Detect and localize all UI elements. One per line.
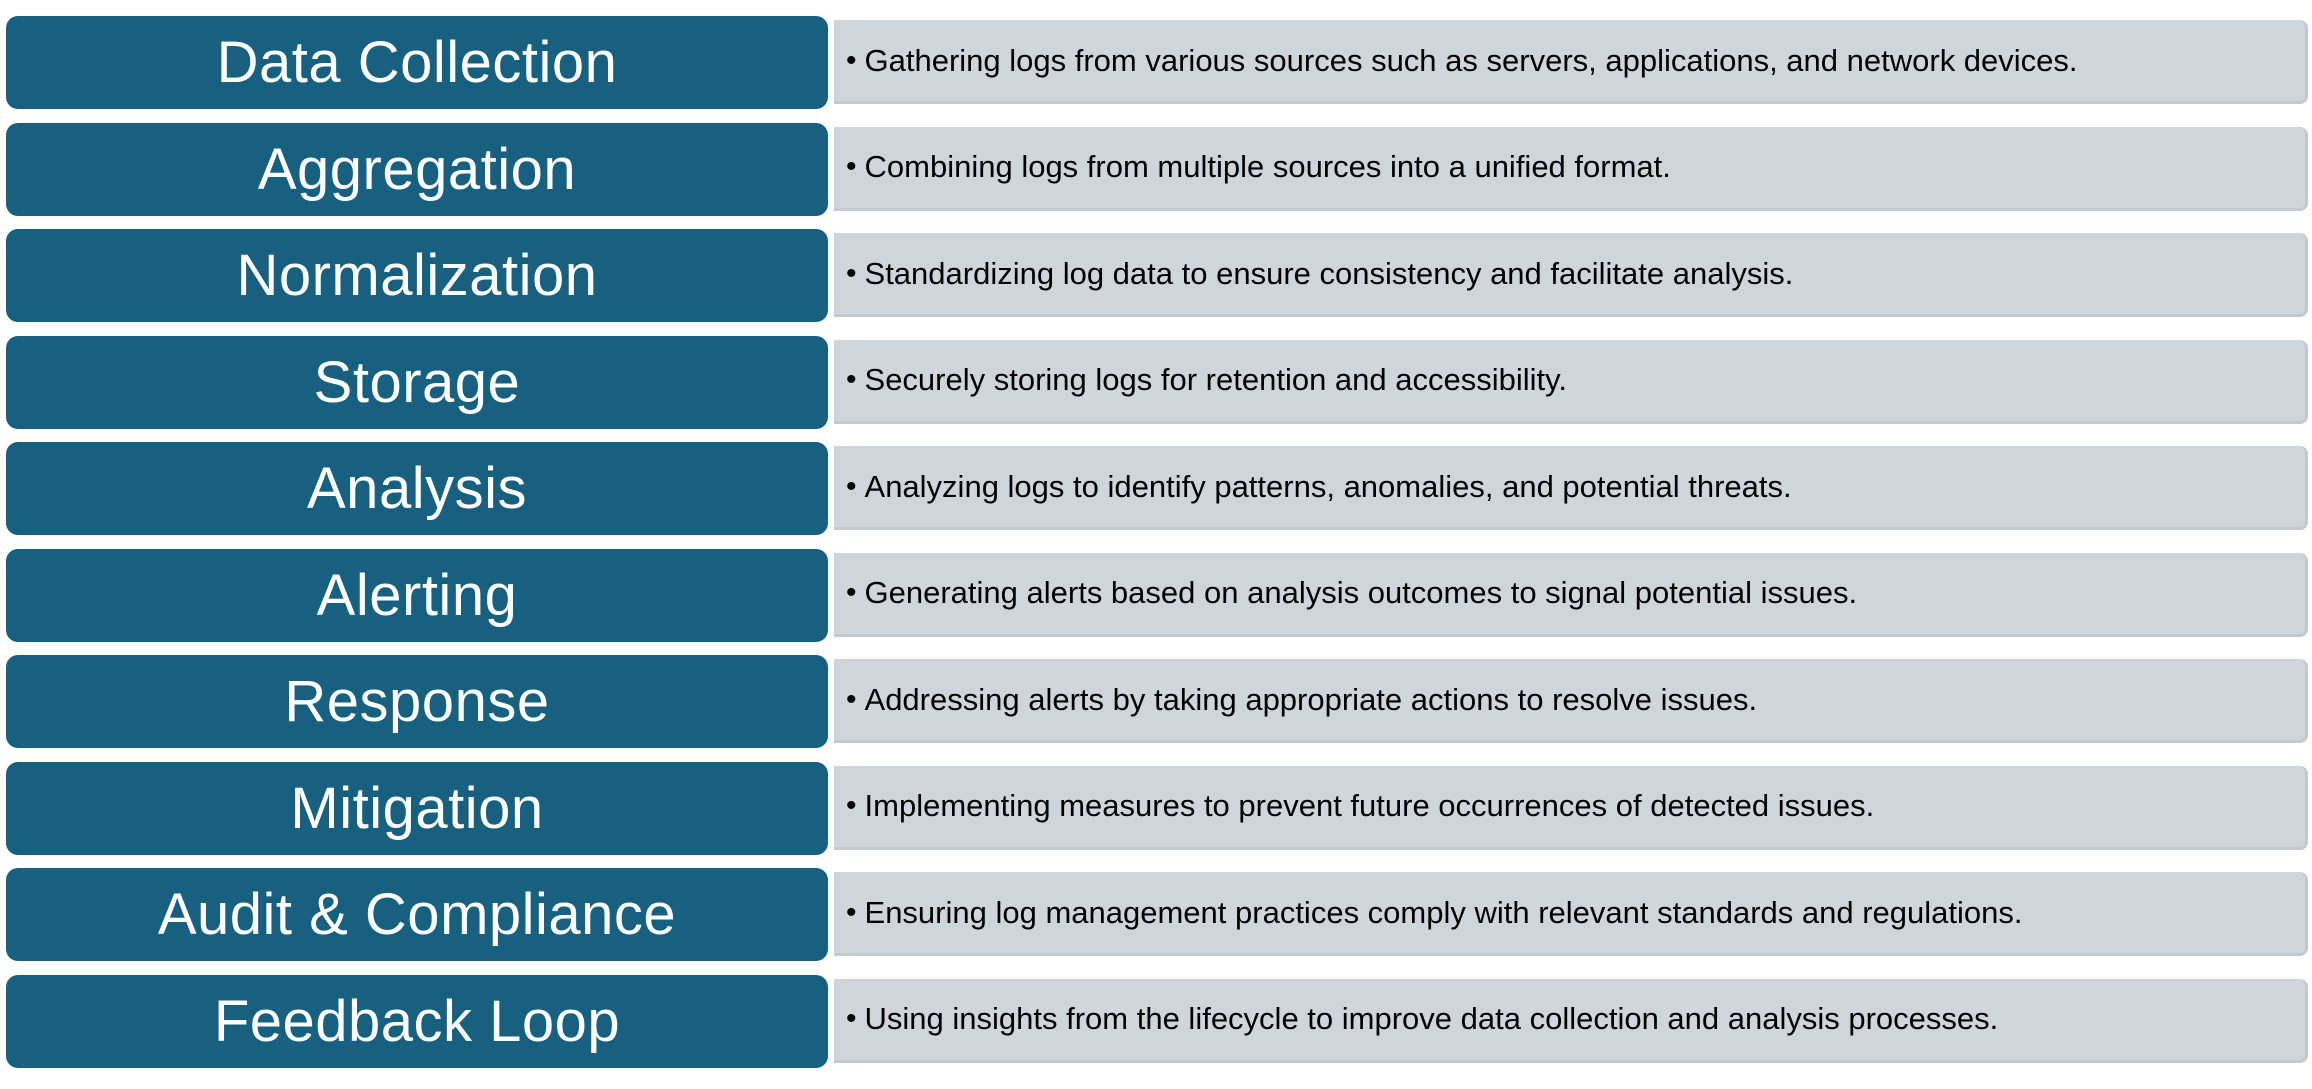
stage-title: Storage [6, 335, 828, 429]
bullet-icon: • [846, 256, 857, 290]
lifecycle-row: Aggregation • Combining logs from multiple… [0, 122, 2312, 219]
stage-description-panel: • Combining logs from multiple sources in… [834, 126, 2308, 211]
bullet-icon: • [846, 1002, 857, 1035]
stage-description: Addressing alerts by taking appropriate … [864, 681, 1758, 717]
stage-description: Using insights from the lifecycle to imp… [864, 1001, 1999, 1036]
bullet-icon: • [846, 576, 857, 609]
stage-title: Aggregation [6, 122, 828, 216]
stage-description: Combining logs from multiple sources int… [864, 149, 1671, 184]
bullet-icon: • [846, 43, 857, 77]
stage-description-panel: • Securely storing logs for retention and… [834, 339, 2308, 424]
stage-description: Gathering logs from various sources such… [864, 42, 2078, 78]
stage-description-panel: • Implementing measures to prevent future… [834, 765, 2308, 850]
bullet-icon: • [846, 363, 857, 396]
stage-title: Alerting [6, 548, 828, 642]
lifecycle-row: Response • Addressing alerts by taking app… [0, 655, 2312, 751]
lifecycle-row: Analysis • Analyzing logs to identify patt… [0, 442, 2312, 538]
stage-description: Ensuring log management practices comply… [864, 894, 2023, 930]
lifecycle-row: Alerting • Generating alerts based on anal… [0, 548, 2312, 645]
lifecycle-row: Data Collection • Gathering logs from vari… [0, 16, 2312, 112]
stage-description: Generating alerts based on analysis outc… [864, 575, 1858, 610]
stage-description-panel: • Gathering logs from various sources suc… [834, 20, 2308, 104]
stage-description-panel: • Standardizing log data to ensure consis… [834, 233, 2308, 317]
bullet-icon: • [846, 789, 857, 822]
stage-title: Audit & Compliance [6, 868, 828, 961]
stage-title: Mitigation [6, 761, 828, 855]
stage-description: Standardizing log data to ensure consist… [864, 255, 1794, 291]
stage-title: Response [6, 655, 828, 748]
lifecycle-row: Feedback Loop • Using insights from the li… [0, 974, 2312, 1071]
stage-title: Data Collection [6, 16, 828, 109]
lifecycle-row: Storage • Securely storing logs for retent… [0, 335, 2312, 432]
stage-title: Feedback Loop [6, 974, 828, 1068]
stage-description: Implementing measures to prevent future … [864, 788, 1875, 823]
stage-description-panel: • Generating alerts based on analysis out… [834, 552, 2308, 637]
stage-title: Analysis [6, 442, 828, 535]
lifecycle-row: Normalization • Standardizing log data to … [0, 229, 2312, 325]
lifecycle-row: Audit & Compliance • Ensuring log manageme… [0, 868, 2312, 964]
stage-description: Securely storing logs for retention and … [864, 362, 1567, 397]
lifecycle-row: Mitigation • Implementing measures to prev… [0, 761, 2312, 858]
stage-description-panel: • Ensuring log management practices compl… [834, 872, 2308, 956]
stage-description: Analyzing logs to identify patterns, ano… [864, 468, 1792, 504]
stage-title: Normalization [6, 229, 828, 322]
bullet-icon: • [846, 150, 857, 183]
stage-description-panel: • Analyzing logs to identify patterns, an… [834, 446, 2308, 530]
bullet-icon: • [846, 895, 857, 929]
bullet-icon: • [846, 682, 857, 716]
stage-description-panel: • Using insights from the lifecycle to im… [834, 978, 2308, 1063]
bullet-icon: • [846, 469, 857, 503]
stage-description-panel: • Addressing alerts by taking appropriate… [834, 659, 2308, 743]
